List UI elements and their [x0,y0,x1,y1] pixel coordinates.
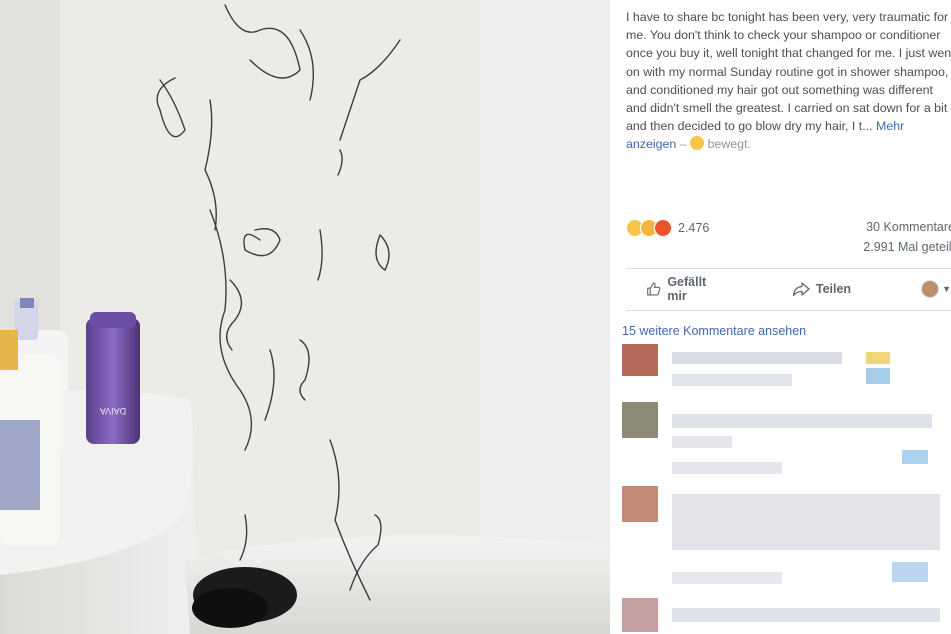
divider-top [626,268,951,269]
comment-text-blurred [902,450,928,464]
post-details-panel: I have to share bc tonight has been very… [610,0,951,634]
like-label: Gefällt mir [667,275,707,303]
comment-text-blurred [672,572,782,584]
comment-text-blurred [672,608,940,622]
reactions-summary[interactable]: 2.476 [626,218,709,238]
comment-text-blurred [892,562,928,582]
post-photo[interactable]: DAIVA [0,0,610,634]
avatar-icon [921,280,940,298]
share-arrow-icon [792,282,810,297]
avatar [622,402,658,438]
like-button[interactable]: Gefällt mir [646,275,720,303]
post-actions: Gefällt mir Teilen ▼ [626,272,951,306]
post-text: I have to share bc tonight has been very… [626,8,951,154]
comment-text-blurred [672,414,932,428]
avatar [622,486,658,522]
avatar [622,344,658,376]
view-more-comments-link[interactable]: 15 weitere Kommentare ansehen [622,324,806,338]
conditioner-bottle [86,318,140,444]
post-separator: – [679,137,687,152]
crying-face-icon [690,136,705,151]
share-label: Teilen [815,282,852,296]
reaction-count: 2.476 [678,221,710,235]
audience-selector[interactable]: ▼ [921,280,951,298]
comment-text-blurred [672,352,842,364]
feeling-text: bewegt. [707,137,751,152]
share-button[interactable]: Teilen [792,280,851,298]
thumbs-up-icon [647,282,661,296]
avatar [622,598,658,632]
divider-bottom [626,310,951,311]
facebook-photo-viewer: DAIVA I have to share bc tonight has bee… [0,0,951,634]
shares-count[interactable]: 2.991 Mal geteilt [863,240,951,254]
comment-text-blurred [672,462,782,474]
comment-text-blurred [672,436,732,448]
comment-text-blurred [672,374,792,386]
angry-reaction-icon [654,219,672,237]
comment-text-blurred [866,368,890,384]
comments-count[interactable]: 30 Kommentare [866,220,951,234]
shower-photo-image: DAIVA [0,0,610,634]
comment-text-blurred [672,494,940,550]
bottle-label: DAIVA [100,406,126,416]
post-body: I have to share bc tonight has been very… [626,10,951,134]
comment-text-blurred [866,352,890,364]
chevron-down-icon: ▼ [942,284,951,294]
